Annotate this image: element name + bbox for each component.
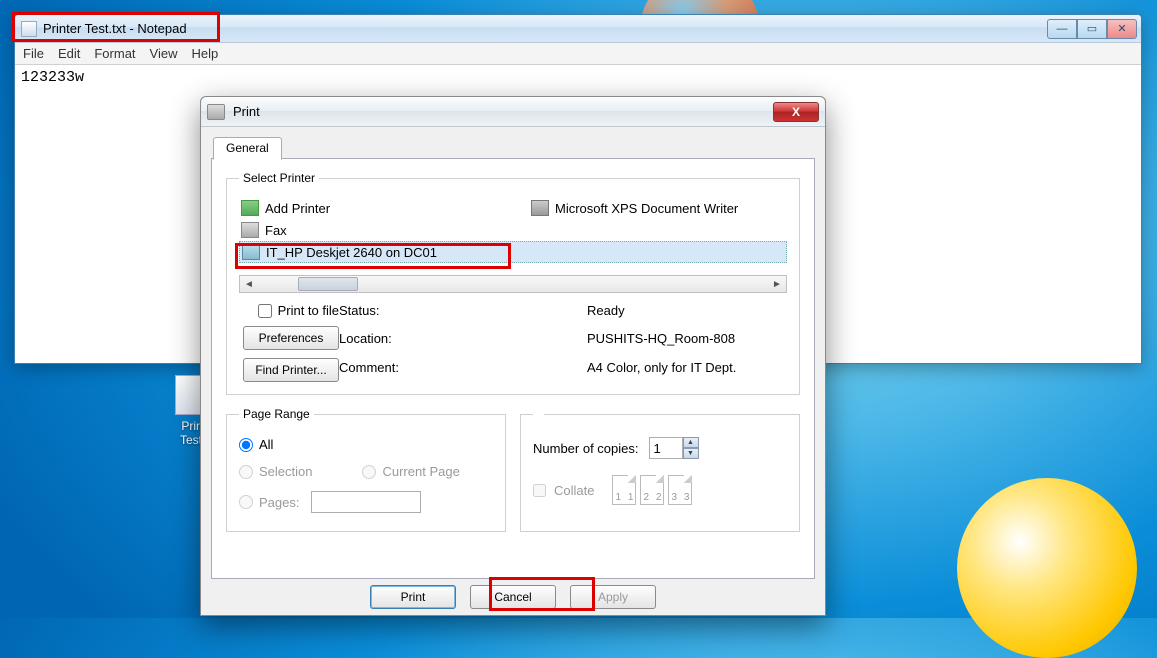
collate-checkbox bbox=[533, 484, 546, 497]
printer-xps[interactable]: Microsoft XPS Document Writer bbox=[529, 197, 740, 219]
status-value: Ready bbox=[587, 303, 787, 325]
xps-icon bbox=[531, 200, 549, 216]
maximize-button[interactable]: ▭ bbox=[1077, 19, 1107, 39]
print-dialog-titlebar[interactable]: Print X bbox=[201, 97, 825, 127]
tab-strip: General bbox=[211, 135, 815, 159]
copies-group: . Number of copies: ▲▼ Collate 11 bbox=[520, 407, 800, 532]
notepad-icon bbox=[21, 21, 37, 37]
range-selection-radio bbox=[239, 465, 253, 479]
scroll-right-icon[interactable]: ► bbox=[768, 276, 786, 292]
cancel-button[interactable]: Cancel bbox=[470, 585, 556, 609]
decor-orb bbox=[957, 478, 1137, 658]
notepad-menubar: File Edit Format View Help bbox=[15, 43, 1141, 65]
network-printer-icon bbox=[242, 244, 260, 260]
copies-input[interactable] bbox=[649, 437, 683, 459]
printer-selected[interactable]: IT_HP Deskjet 2640 on DC01 bbox=[239, 241, 787, 263]
menu-view[interactable]: View bbox=[150, 46, 178, 61]
select-printer-legend: Select Printer bbox=[239, 171, 319, 185]
tab-general[interactable]: General bbox=[213, 137, 282, 160]
preferences-button[interactable]: Preferences bbox=[243, 326, 339, 350]
copies-label: Number of copies: bbox=[533, 441, 639, 456]
scroll-left-icon[interactable]: ◄ bbox=[240, 276, 258, 292]
status-label: Status: bbox=[339, 303, 587, 325]
menu-file[interactable]: File bbox=[23, 46, 44, 61]
range-pages-input bbox=[311, 491, 421, 513]
collate-label: Collate bbox=[554, 483, 594, 498]
add-printer-icon bbox=[241, 200, 259, 216]
location-value: PUSHITS-HQ_Room-808 bbox=[587, 331, 787, 353]
find-printer-button[interactable]: Find Printer... bbox=[243, 358, 339, 382]
menu-edit[interactable]: Edit bbox=[58, 46, 80, 61]
minimize-button[interactable]: — bbox=[1047, 19, 1077, 39]
comment-label: Comment: bbox=[339, 360, 587, 382]
page-range-legend: Page Range bbox=[239, 407, 314, 421]
copies-spinner[interactable]: ▲▼ bbox=[649, 437, 699, 459]
page-range-group: Page Range All Selection Current Page Pa… bbox=[226, 407, 506, 532]
range-all-radio[interactable] bbox=[239, 438, 253, 452]
printer-list[interactable]: Add Printer Fax IT_HP Deskjet 2640 on DC… bbox=[239, 195, 787, 273]
printer-list-scrollbar[interactable]: ◄ ► bbox=[239, 275, 787, 293]
print-button[interactable]: Print bbox=[370, 585, 456, 609]
spin-up-icon[interactable]: ▲ bbox=[683, 437, 699, 448]
print-dialog-title: Print bbox=[233, 104, 260, 119]
printer-fax[interactable]: Fax bbox=[239, 219, 787, 241]
tab-panel-general: Select Printer Add Printer Fax IT_HP Des… bbox=[211, 159, 815, 579]
range-pages-radio bbox=[239, 495, 253, 509]
printer-icon bbox=[207, 104, 225, 120]
notepad-titlebar[interactable]: Printer Test.txt - Notepad — ▭ ✕ bbox=[15, 15, 1141, 43]
spin-down-icon[interactable]: ▼ bbox=[683, 448, 699, 459]
range-current: Current Page bbox=[362, 464, 459, 479]
range-selection: Selection bbox=[239, 464, 312, 479]
print-to-file-input[interactable] bbox=[258, 304, 272, 318]
print-dialog: Print X General Select Printer Add Print… bbox=[200, 96, 826, 616]
close-button[interactable]: ✕ bbox=[1107, 19, 1137, 39]
location-label: Location: bbox=[339, 331, 587, 353]
print-to-file-checkbox[interactable]: Print to file bbox=[258, 303, 339, 318]
notepad-title: Printer Test.txt - Notepad bbox=[43, 21, 187, 36]
menu-format[interactable]: Format bbox=[94, 46, 135, 61]
dialog-button-row: Print Cancel Apply bbox=[211, 579, 815, 609]
comment-value: A4 Color, only for IT Dept. bbox=[587, 360, 787, 382]
dialog-close-button[interactable]: X bbox=[773, 102, 819, 122]
range-current-radio bbox=[362, 465, 376, 479]
collate-preview-icon: 11 22 33 bbox=[612, 475, 692, 505]
range-all[interactable]: All bbox=[239, 437, 493, 452]
scroll-thumb[interactable] bbox=[298, 277, 358, 291]
menu-help[interactable]: Help bbox=[191, 46, 218, 61]
apply-button: Apply bbox=[570, 585, 656, 609]
fax-icon bbox=[241, 222, 259, 238]
select-printer-group: Select Printer Add Printer Fax IT_HP Des… bbox=[226, 171, 800, 395]
range-pages: Pages: bbox=[239, 491, 493, 513]
